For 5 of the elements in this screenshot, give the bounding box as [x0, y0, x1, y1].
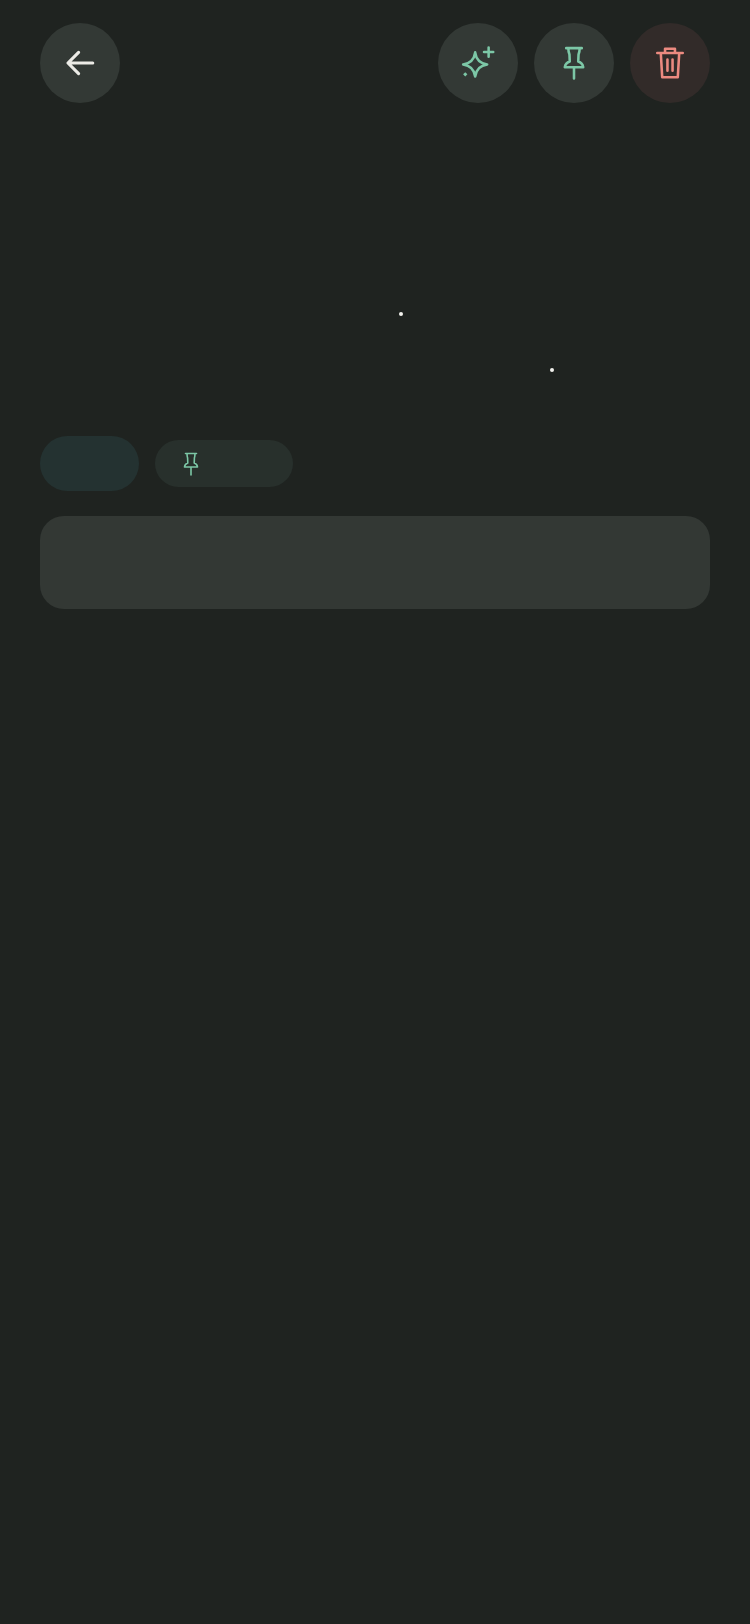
dot-icon — [399, 312, 403, 316]
dot-icon — [550, 368, 554, 372]
trash-icon — [653, 46, 687, 80]
sparkle-icon — [461, 46, 495, 80]
pushpin-icon — [182, 451, 200, 476]
